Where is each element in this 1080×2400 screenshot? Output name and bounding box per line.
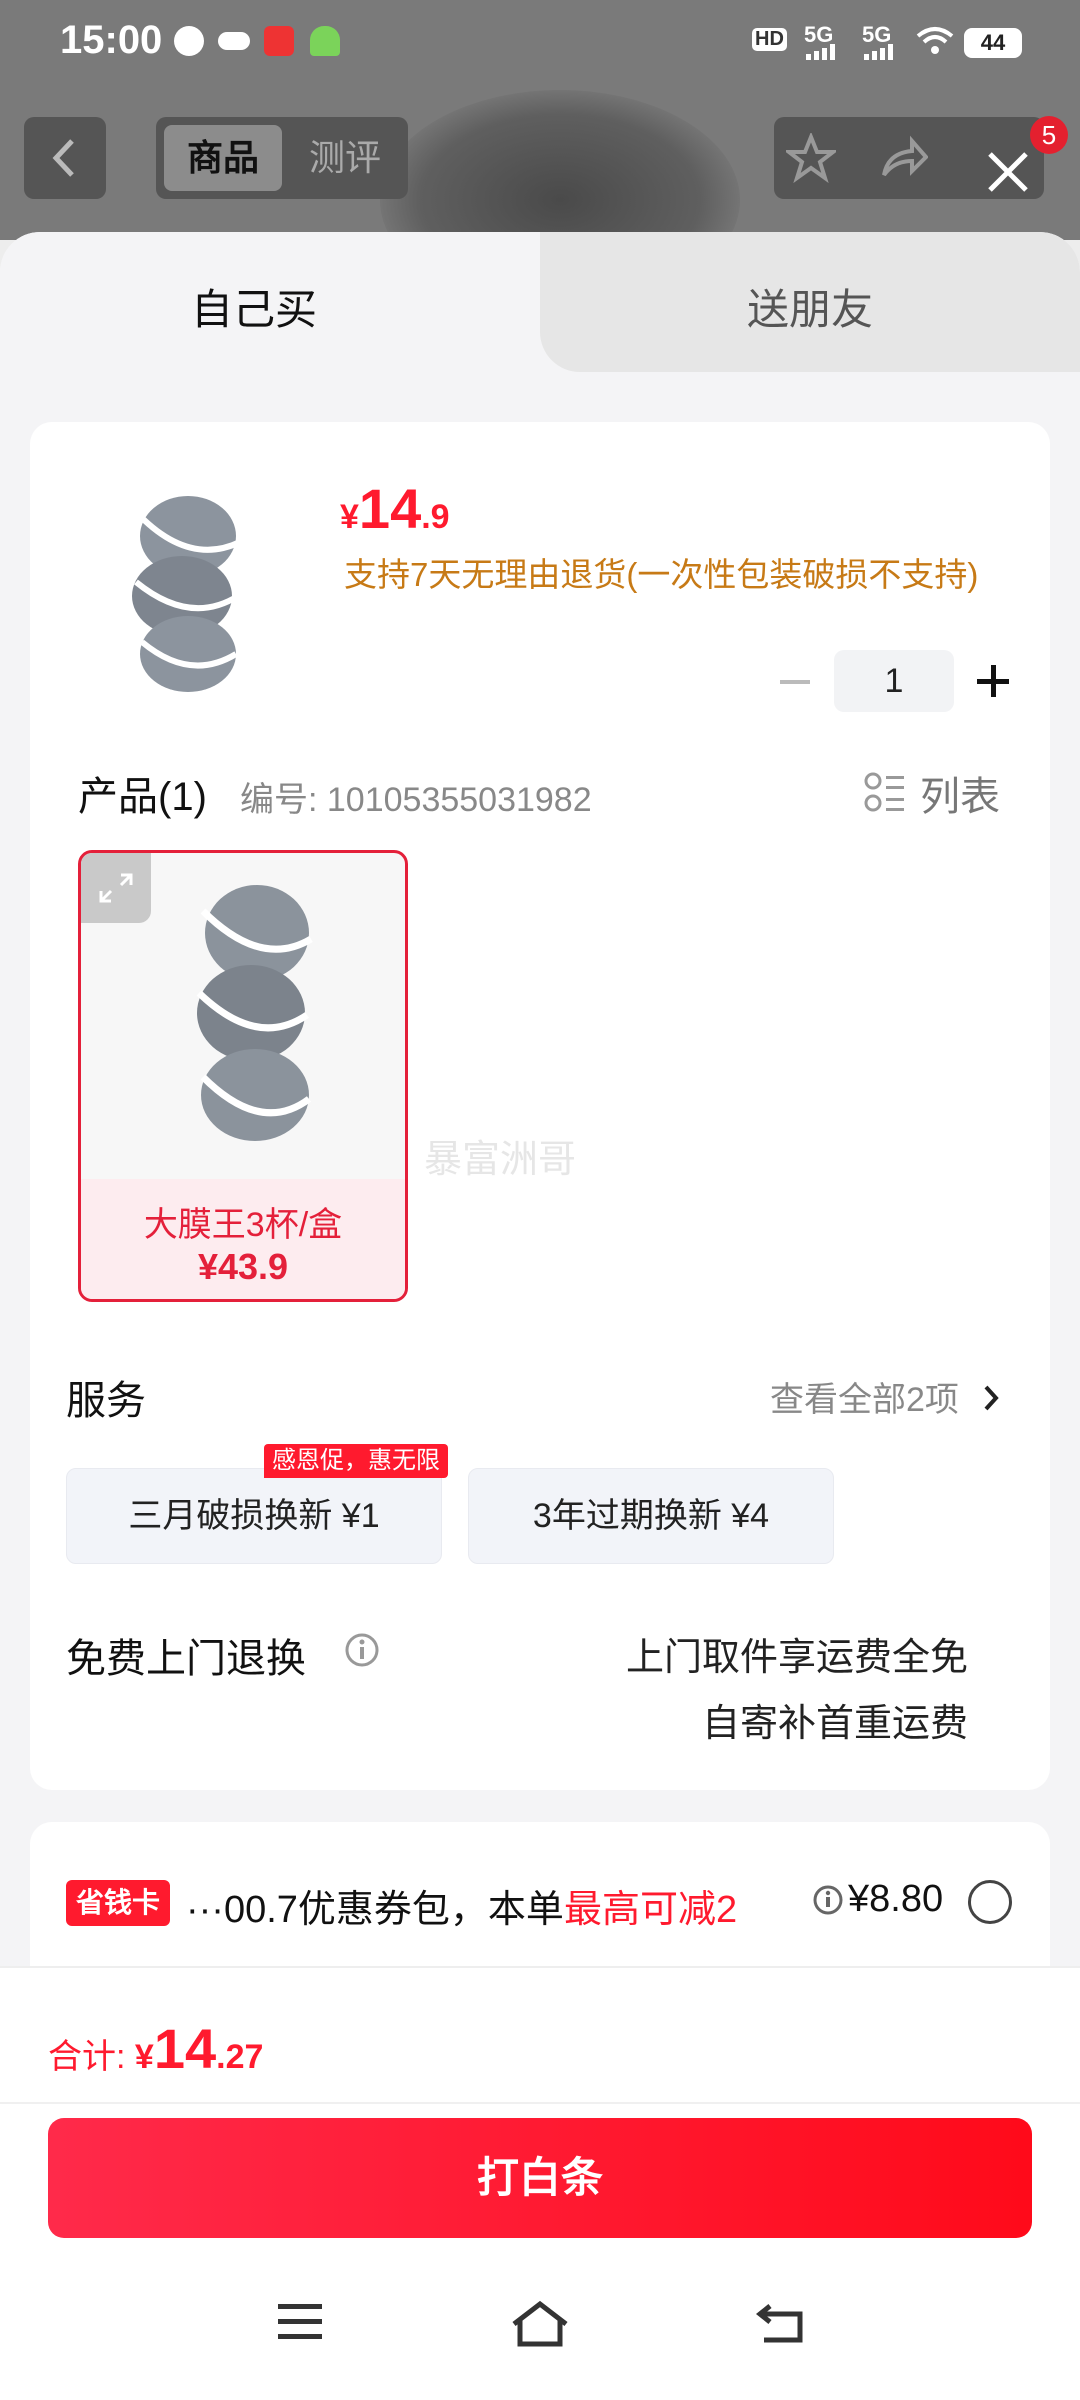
- home-icon[interactable]: [510, 2300, 570, 2348]
- coupon-text: ···00.7优惠券包，本单最高可减2: [186, 1878, 737, 1933]
- sku-option-info: 大膜王3杯/盒 ¥43.9: [81, 1179, 405, 1299]
- sheet-price: ¥14.9: [340, 476, 450, 541]
- view-all-services[interactable]: 查看全部2项: [770, 1372, 1002, 1421]
- product-section-title: 产品(1): [78, 775, 207, 819]
- price-decimal: .9: [421, 498, 450, 536]
- list-view-label: 列表: [920, 775, 1000, 819]
- coupon-info-icon[interactable]: [812, 1884, 844, 1916]
- tab-review[interactable]: 测评: [286, 125, 404, 191]
- wifi-icon: [916, 27, 954, 54]
- status-time: 15:00: [60, 18, 163, 62]
- service-title: 服务: [66, 1379, 146, 1423]
- sku-option-image: [196, 885, 313, 1141]
- free-return-line-1: 上门取件享运费全免: [625, 1637, 968, 1679]
- free-return-title: 免费上门退换: [66, 1637, 306, 1681]
- sku-option-price: ¥43.9: [197, 1246, 289, 1287]
- service-option-damage[interactable]: 三月破损换新 ¥1: [66, 1468, 442, 1564]
- total-price: 合计: ¥14.27: [48, 2016, 263, 2081]
- savings-card-tag: 省钱卡: [66, 1880, 171, 1926]
- quantity-stepper: 1: [770, 650, 1020, 712]
- back-button[interactable]: [24, 117, 106, 199]
- cart-count-badge: 5: [1030, 116, 1068, 154]
- share-icon[interactable]: [878, 133, 928, 183]
- tab-buy-self[interactable]: 自己买: [0, 232, 540, 372]
- status-bar: 15:00 HD 5G 5G 44: [0, 0, 1080, 86]
- battery-indicator: 44: [964, 28, 1022, 58]
- total-label: 合计:: [48, 2038, 135, 2076]
- shopping-app-icon: [264, 26, 294, 56]
- chevron-left-icon: [52, 139, 74, 177]
- sku-option-tile[interactable]: 大膜王3杯/盒 ¥43.9: [78, 850, 408, 1302]
- tab-send-friend[interactable]: 送朋友: [540, 232, 1080, 372]
- back-nav-icon[interactable]: [756, 2300, 806, 2346]
- app-notification-icon: [218, 32, 250, 50]
- watermark: 暴富洲哥: [424, 1139, 577, 1181]
- total-integer: 14: [153, 2017, 217, 2080]
- menu-icon[interactable]: [276, 2300, 326, 2344]
- product-thumbnail: [132, 496, 242, 692]
- expand-button[interactable]: [81, 853, 151, 923]
- service-option-expiry[interactable]: 3年过期换新 ¥4: [468, 1468, 834, 1564]
- free-return-line-2: 自寄补首重运费: [701, 1703, 968, 1745]
- total-currency: ¥: [134, 2038, 154, 2076]
- android-icon: [310, 26, 340, 56]
- price-currency: ¥: [340, 498, 359, 536]
- coupon-checkbox[interactable]: [968, 1880, 1012, 1924]
- price-integer: 14: [358, 477, 422, 540]
- tab-send-friend-label: 送朋友: [746, 286, 873, 333]
- wechat-icon: [174, 26, 204, 56]
- close-icon[interactable]: [984, 148, 1032, 196]
- chevron-right-icon: [984, 1385, 1000, 1411]
- view-all-services-label: 查看全部2项: [770, 1381, 959, 1419]
- hd-label: HD: [752, 28, 787, 51]
- expand-icon: [99, 873, 133, 903]
- increase-icon[interactable]: [974, 662, 1014, 702]
- quantity-input[interactable]: 1: [834, 650, 954, 712]
- coupon-text-prefix: ···00.7优惠券包，本单: [186, 1889, 564, 1931]
- checkout-button[interactable]: 打白条: [48, 2118, 1032, 2238]
- tab-product[interactable]: 商品: [164, 125, 282, 191]
- product-review-switch: 商品 测评: [156, 117, 408, 199]
- info-icon[interactable]: [344, 1632, 380, 1668]
- sku-option-name: 大膜王3杯/盒: [143, 1206, 343, 1244]
- promo-tag: 感恩促，惠无限: [264, 1444, 448, 1478]
- coupon-price: ¥8.80: [848, 1878, 944, 1920]
- background-product-image: [380, 90, 740, 240]
- list-icon: [864, 772, 904, 812]
- coupon-text-highlight: 最高可减2: [563, 1889, 738, 1931]
- signal-icon: [806, 44, 835, 60]
- tab-buy-self-label: 自己买: [190, 286, 317, 333]
- sku-number: 编号: 10105355031982: [240, 781, 592, 819]
- signal-icon-2: [864, 44, 893, 60]
- return-policy: 支持7天无理由退货(一次性包装破损不支持): [344, 556, 979, 593]
- favorite-star-icon[interactable]: [786, 133, 836, 183]
- total-decimal: .27: [216, 2038, 264, 2076]
- decrease-icon[interactable]: [778, 670, 814, 694]
